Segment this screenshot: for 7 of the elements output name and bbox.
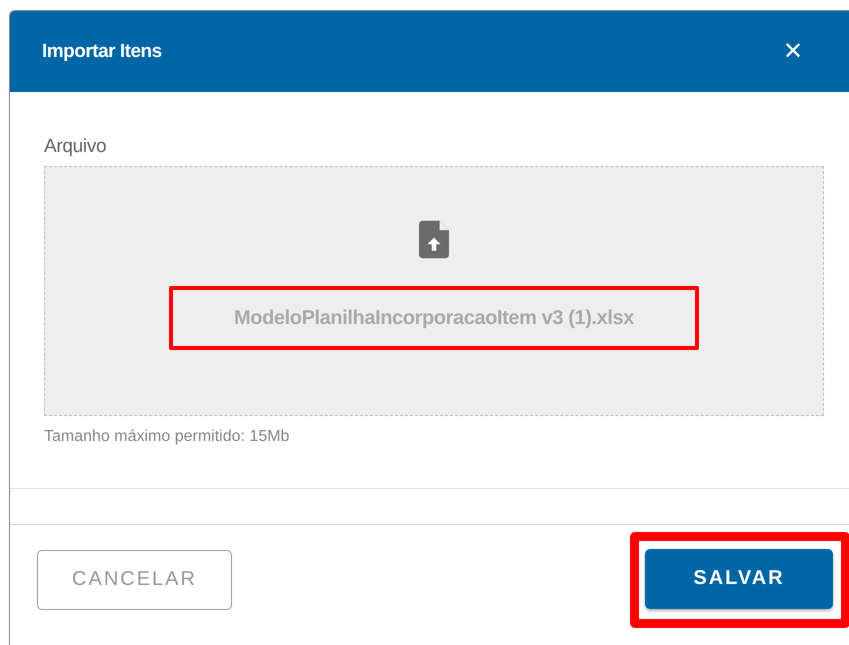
save-button[interactable]: SALVAR [645, 548, 833, 608]
close-button[interactable]: ✕ [779, 37, 807, 66]
file-upload-icon [419, 220, 449, 259]
file-name: ModeloPlanilhaIncorporacaoItem v3 (1).xlsx [234, 306, 634, 330]
dialog-title: Importar Itens [42, 40, 162, 62]
hint-text: Tamanho máximo permitido: 15Mb [44, 428, 290, 446]
field-label: Arquivo [44, 136, 108, 158]
